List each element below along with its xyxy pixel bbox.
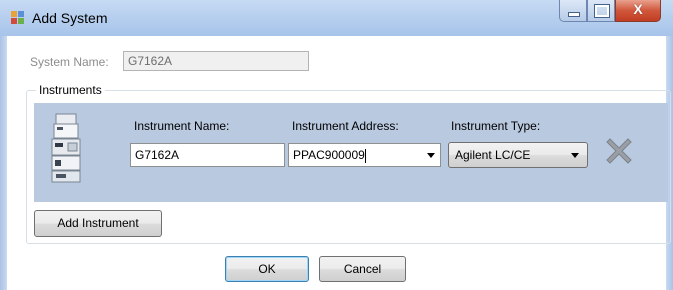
chevron-down-icon [571, 153, 579, 158]
close-button[interactable]: X [615, 0, 661, 22]
ok-button[interactable]: OK [225, 256, 309, 282]
app-icon [11, 11, 25, 25]
window-title: Add System [32, 10, 108, 26]
instrument-address-value: PPAC900009 [293, 148, 365, 162]
chevron-down-icon[interactable] [427, 153, 435, 158]
add-instrument-button[interactable]: Add Instrument [34, 210, 162, 237]
system-name-label: System Name: [30, 55, 109, 69]
lc-instrument-icon [51, 113, 81, 183]
window-frame-left [0, 36, 7, 290]
instrument-address-combo[interactable]: PPAC900009 [288, 143, 441, 167]
window-controls: X [559, 0, 661, 22]
instrument-name-value: G7162A [135, 148, 180, 162]
instrument-type-label: Instrument Type: [451, 119, 541, 133]
system-name-field: G7162A [123, 51, 309, 71]
instruments-group-label: Instruments [36, 83, 105, 97]
text-cursor [364, 148, 366, 163]
instrument-name-label: Instrument Name: [134, 119, 230, 133]
instrument-name-input[interactable]: G7162A [130, 143, 285, 167]
instrument-type-dropdown[interactable]: Agilent LC/CE [448, 142, 588, 168]
maximize-button[interactable] [587, 0, 615, 22]
minimize-icon [568, 12, 580, 17]
instrument-type-value: Agilent LC/CE [455, 148, 531, 162]
minimize-button[interactable] [559, 0, 587, 22]
remove-x-icon[interactable] [601, 133, 637, 169]
cancel-button[interactable]: Cancel [319, 256, 406, 282]
title-bar[interactable]: Add System X [0, 0, 673, 37]
instrument-address-label: Instrument Address: [292, 119, 399, 133]
close-icon: X [633, 1, 643, 17]
maximize-icon [594, 4, 610, 18]
